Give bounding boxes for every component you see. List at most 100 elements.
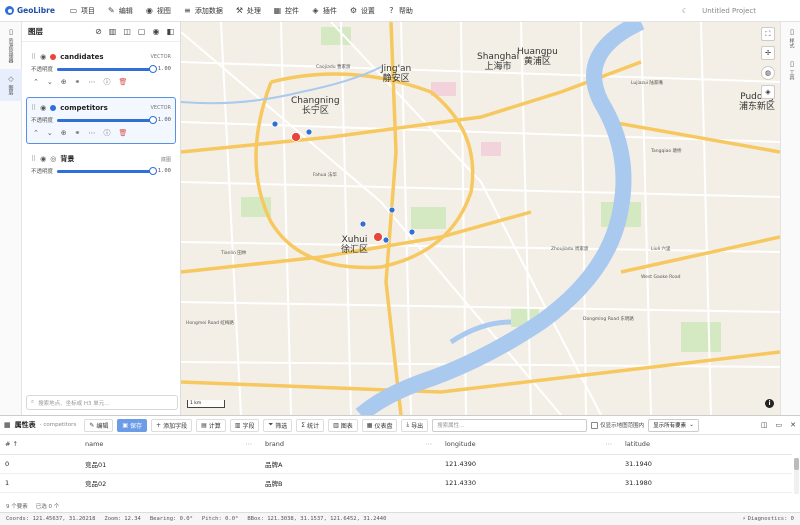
competitor-point[interactable] (359, 220, 367, 228)
location-search-input[interactable]: ⌕ 搜索地点、坐标或 H3 单元... (26, 395, 178, 410)
fullscreen-icon[interactable]: ⛶ (761, 27, 775, 41)
info-icon[interactable]: ⓘ (104, 128, 111, 138)
link-icon[interactable]: ⚭ (75, 78, 81, 86)
menu-controls[interactable]: ▦ 控件 (267, 0, 305, 22)
dock-icon[interactable]: ▭ (776, 421, 783, 429)
competitor-point[interactable] (305, 128, 313, 136)
close-icon[interactable]: ✕ (790, 421, 796, 429)
attribution-info-icon[interactable]: i (765, 399, 774, 408)
layer-item-competitors[interactable]: ⠿ ◉ competitors VECTOR 不透明度 1.00 ⌃ ⌄ ⊕ ⚭… (26, 97, 176, 144)
attribute-search-input[interactable]: 搜索属性... (432, 418, 588, 432)
table-row[interactable]: 1 竞品02 品牌B 121.4330 31.1980 (0, 473, 792, 493)
competitor-point[interactable] (382, 236, 390, 244)
opacity-slider[interactable] (57, 64, 157, 73)
feature-filter-select[interactable]: 显示所有要素 ⌄ (648, 418, 699, 432)
opacity-knob[interactable] (149, 115, 157, 124)
table-cell[interactable]: 121.4390 (440, 454, 620, 474)
calculate-button[interactable]: ▤ 计算 (196, 418, 226, 432)
table-row[interactable]: 0 竞品01 品牌A 121.4390 31.1940 (0, 454, 792, 474)
popout-icon[interactable]: ◫ (761, 421, 768, 429)
layer-item-candidates[interactable]: ⠿ ◉ candidates VECTOR 不透明度 1.00 ⌃ ⌄ ⊕ ⚭ … (26, 46, 176, 93)
rail-tools[interactable]: ▯ 工具 (781, 54, 800, 86)
visibility-icon[interactable]: ◉ (152, 27, 159, 36)
stats-button[interactable]: Σ 统计 (296, 418, 325, 432)
export-button[interactable]: ⤓ 导出 (401, 418, 429, 432)
menu-process[interactable]: ⚒ 处理 (229, 0, 267, 22)
more-icon[interactable]: ⋯ (89, 78, 96, 86)
menu-view[interactable]: ◉ 视图 (139, 0, 177, 22)
rail-explorer[interactable]: ▯ 资源管理器 (0, 22, 22, 69)
column-header[interactable]: brand ⋯ (260, 435, 440, 455)
drag-handle-icon[interactable]: ⠿ (31, 155, 36, 163)
competitor-point[interactable] (408, 228, 416, 236)
table-scrollbar[interactable] (794, 458, 799, 494)
delete-icon[interactable]: 🗑 (119, 129, 128, 137)
opacity-slider[interactable] (57, 166, 157, 175)
table-cell[interactable]: 1 (0, 473, 80, 493)
diagnostics-button[interactable]: ⚡ Diagnostics: 0 (742, 516, 794, 522)
column-menu-icon[interactable]: ⋯ (426, 440, 433, 448)
competitor-point[interactable] (271, 120, 279, 128)
filter-button[interactable]: ⏷ 筛选 (263, 418, 293, 432)
globe-icon[interactable]: ◍ (761, 66, 775, 80)
drag-handle-icon[interactable]: ⠿ (31, 104, 36, 112)
opacity-slider[interactable] (57, 115, 157, 124)
opacity-knob[interactable] (149, 166, 157, 175)
table-cell[interactable]: 31.1980 (620, 473, 792, 493)
group-icon[interactable]: ▢ (138, 27, 146, 36)
tag-icon[interactable]: ◫ (123, 27, 131, 36)
column-header[interactable]: latitude (620, 435, 792, 455)
candidate-point[interactable] (291, 132, 301, 142)
theme-toggle-icon[interactable]: ☾ (682, 7, 688, 15)
globe-icon[interactable]: ⊘ (95, 27, 102, 36)
table-cell[interactable]: 121.4330 (440, 473, 620, 493)
column-header[interactable]: # ↑ (0, 435, 80, 455)
eye-icon[interactable]: ◉ (40, 104, 46, 112)
zoom-to-layer-icon[interactable]: ⊕ (61, 78, 67, 86)
edit-button[interactable]: ✎ 编辑 (84, 418, 114, 432)
map-canvas[interactable]: Jing'an 静安区 Shanghai 上海市 Huangpu 黄浦区 Changn… (181, 22, 780, 415)
add-field-button[interactable]: + 添加字段 (151, 418, 193, 432)
table-cell[interactable]: 竞品01 (80, 454, 260, 474)
menu-plugins[interactable]: ◈ 插件 (305, 0, 343, 22)
collapse-icon[interactable]: ◧ (166, 27, 174, 36)
menu-add-data[interactable]: ≡ 添加数据 (177, 0, 229, 22)
zoom-to-layer-icon[interactable]: ⊕ (61, 129, 67, 137)
rail-style[interactable]: ▯ 样式 (781, 22, 800, 54)
move-up-icon[interactable]: ⌃ (33, 129, 39, 137)
info-icon[interactable]: ⓘ (104, 77, 111, 87)
menu-settings[interactable]: ⚙ 设置 (343, 0, 381, 22)
opacity-knob[interactable] (149, 64, 157, 73)
table-cell[interactable]: 0 (0, 454, 80, 474)
move-up-icon[interactable]: ⌃ (33, 78, 39, 86)
column-header[interactable]: longitude ⋯ (440, 435, 620, 455)
layer-item-basemap[interactable]: ⠿ ◉ ◎ 背景 底图 不透明度 1.00 (26, 148, 176, 181)
menu-help[interactable]: ? 帮助 (381, 0, 419, 22)
compass-icon[interactable]: ✢ (761, 46, 775, 60)
menu-edit[interactable]: ✎ 编辑 (101, 0, 139, 22)
chart-button[interactable]: ▥ 图表 (328, 418, 358, 432)
field-button[interactable]: ▥ 字段 (229, 418, 260, 432)
dashboard-button[interactable]: ▦ 仪表盘 (361, 418, 398, 432)
eye-icon[interactable]: ◉ (40, 53, 46, 61)
more-icon[interactable]: ⋯ (89, 129, 96, 137)
map-icon[interactable]: ▥ (109, 27, 117, 36)
drag-handle-icon[interactable]: ⠿ (31, 53, 36, 61)
column-menu-icon[interactable]: ⋯ (606, 440, 613, 448)
table-cell[interactable]: 竞品02 (80, 473, 260, 493)
column-menu-icon[interactable]: ⋯ (246, 440, 253, 448)
candidate-point[interactable] (373, 232, 383, 242)
menu-project[interactable]: ▭ 项目 (63, 0, 101, 22)
table-cell[interactable]: 31.1940 (620, 454, 792, 474)
layers-icon[interactable]: ◈ (761, 85, 775, 99)
checkbox-box[interactable] (591, 421, 599, 429)
table-cell[interactable]: 品牌A (260, 454, 440, 474)
competitor-point[interactable] (388, 206, 396, 214)
link-icon[interactable]: ⚭ (75, 129, 81, 137)
move-down-icon[interactable]: ⌄ (47, 78, 53, 86)
table-cell[interactable]: 品牌B (260, 473, 440, 493)
delete-icon[interactable]: 🗑 (119, 78, 128, 86)
rail-layers[interactable]: ◇ 图层 (0, 69, 22, 101)
save-button[interactable]: ▣ 保存 (117, 418, 148, 432)
eye-icon[interactable]: ◉ (40, 155, 46, 163)
